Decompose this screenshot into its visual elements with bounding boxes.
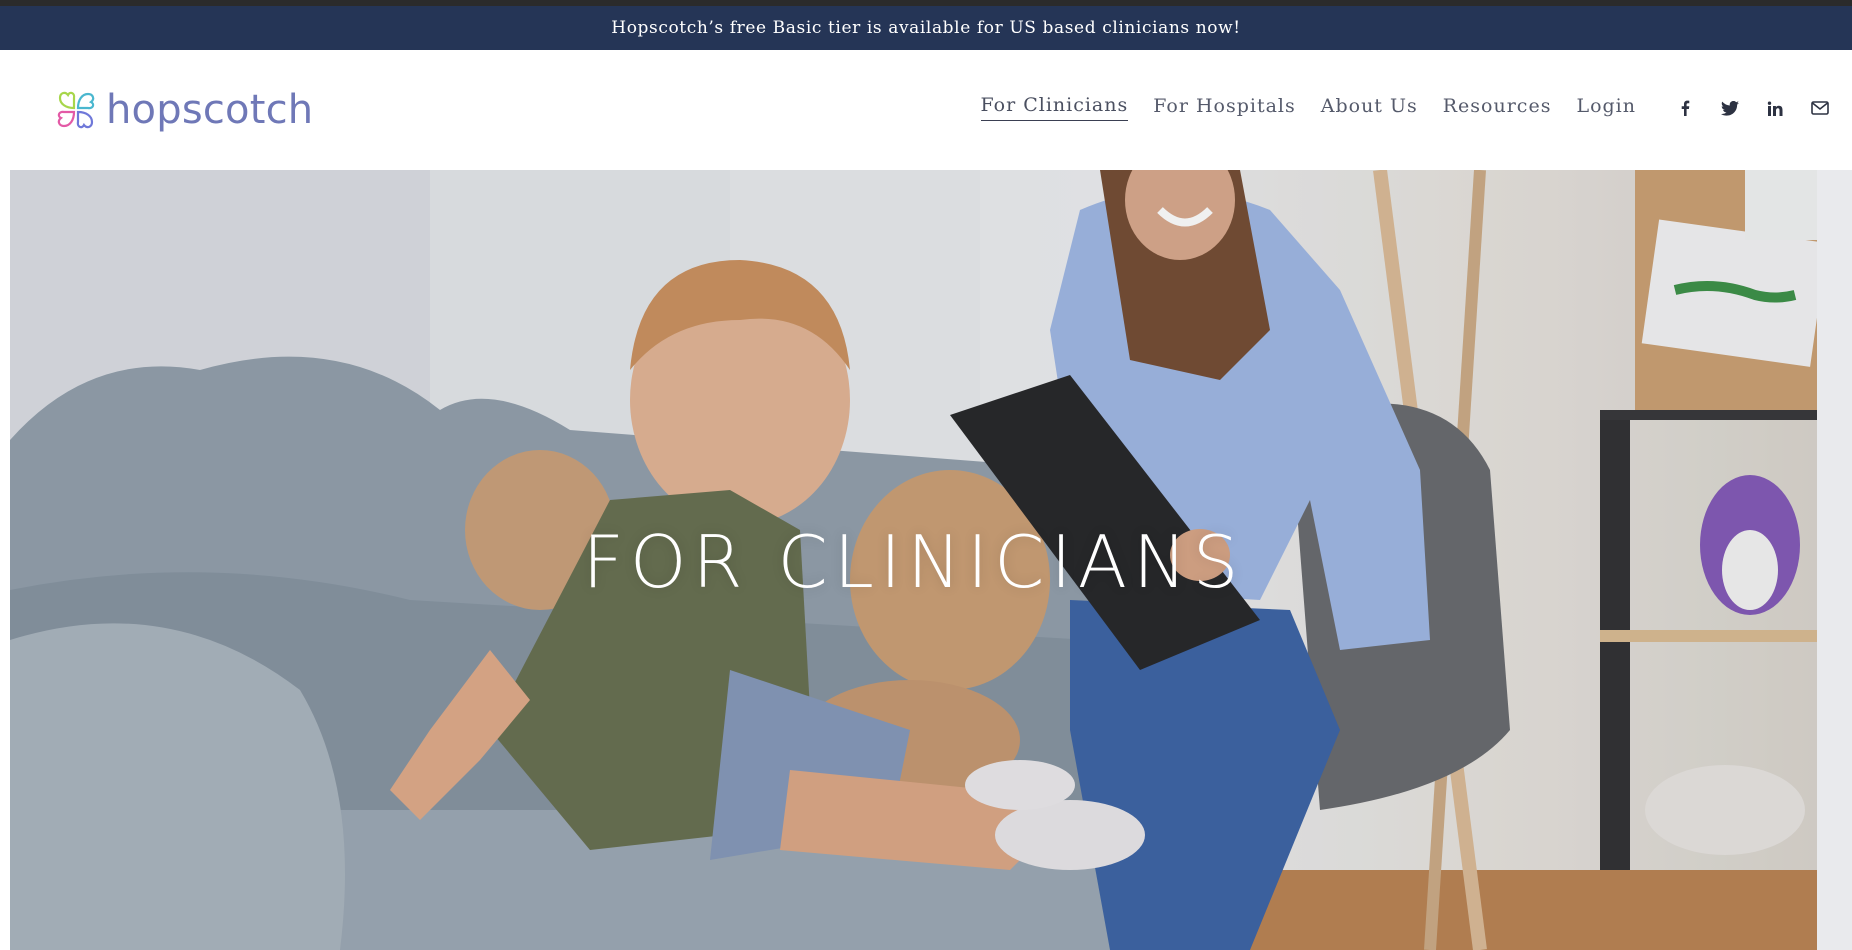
nav-item-resources[interactable]: Resources (1443, 95, 1552, 121)
logo-link[interactable]: hopscotch (52, 86, 313, 134)
nav-item-about-us[interactable]: About Us (1321, 95, 1418, 121)
main-nav: For Clinicians For Hospitals About Us Re… (980, 94, 1637, 121)
nav-item-login[interactable]: Login (1576, 95, 1636, 121)
facebook-icon[interactable] (1675, 98, 1695, 118)
logo-wordmark: hopscotch (106, 87, 314, 133)
announcement-text: Hopscotch’s free Basic tier is available… (611, 18, 1241, 38)
hero-section: FOR CLINICIANS (10, 170, 1817, 950)
announcement-bar: Hopscotch’s free Basic tier is available… (0, 6, 1852, 50)
email-icon[interactable] (1810, 98, 1830, 118)
social-links (1675, 98, 1830, 118)
site-header: hopscotch For Clinicians For Hospitals A… (0, 50, 1852, 170)
hero-title: FOR CLINICIANS (582, 520, 1245, 604)
hero-right-gutter (1817, 170, 1852, 950)
hopscotch-logo-icon (57, 91, 95, 129)
twitter-icon[interactable] (1720, 98, 1740, 118)
nav-item-for-clinicians[interactable]: For Clinicians (980, 94, 1129, 121)
nav-item-for-hospitals[interactable]: For Hospitals (1153, 95, 1296, 121)
linkedin-icon[interactable] (1765, 98, 1785, 118)
